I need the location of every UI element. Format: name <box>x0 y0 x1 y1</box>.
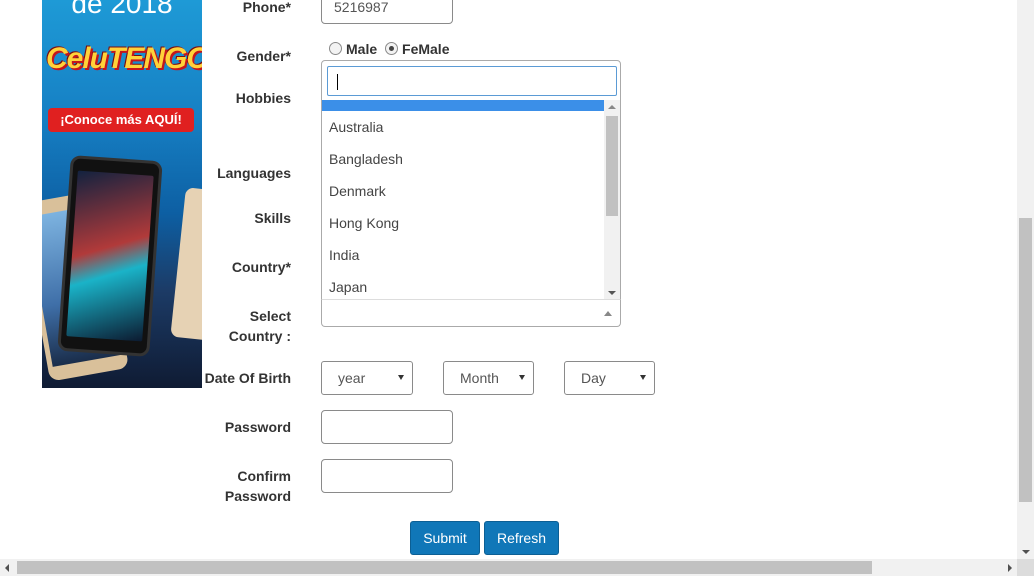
country-option[interactable]: Japan <box>322 271 604 300</box>
scrollbar-corner <box>1017 559 1034 576</box>
country-dropdown: Australia Bangladesh Denmark Hong Kong I… <box>321 60 621 300</box>
scroll-right-icon[interactable] <box>1008 564 1012 572</box>
phone-input[interactable]: 5216987 <box>321 0 453 24</box>
scroll-down-icon[interactable] <box>608 291 616 295</box>
year-select[interactable]: year <box>321 361 413 395</box>
submit-button[interactable]: Submit <box>410 521 480 555</box>
chevron-down-icon <box>398 375 404 380</box>
female-radio[interactable] <box>385 42 399 55</box>
languages-label: Languages <box>217 165 291 181</box>
dob-label: Date Of Birth <box>204 370 291 386</box>
ad-cta-button[interactable]: ¡Conoce más AQUÍ! <box>48 108 194 132</box>
country-option[interactable]: Hong Kong <box>322 207 604 239</box>
hobbies-label: Hobbies <box>235 90 291 106</box>
phone-value: 5216987 <box>334 0 389 15</box>
horizontal-scrollbar[interactable] <box>0 559 1017 576</box>
dropdown-scroll-thumb[interactable] <box>606 116 618 216</box>
advertisement-banner[interactable]: de 2018 CeluTENGO ¡Conoce más AQUÍ! <box>42 0 202 388</box>
select-country-label: Select Country : <box>228 308 291 344</box>
phone-label: Phone* <box>242 0 291 15</box>
ad-logo: CeluTENGO <box>46 42 202 75</box>
country-options-list: Australia Bangladesh Denmark Hong Kong I… <box>322 100 604 300</box>
text-cursor <box>337 74 338 90</box>
male-radio-label[interactable]: Male <box>346 41 377 57</box>
country-option[interactable]: Australia <box>322 111 604 143</box>
gender-radio-group: Male FeMale <box>329 41 449 57</box>
scroll-left-icon[interactable] <box>5 564 9 572</box>
day-select-value: Day <box>581 370 606 386</box>
country-search-input[interactable] <box>327 66 617 96</box>
select-country-combobox[interactable] <box>321 299 621 327</box>
ad-phone-image <box>170 187 202 343</box>
password-label: Password <box>224 419 291 435</box>
refresh-button[interactable]: Refresh <box>484 521 559 555</box>
male-radio[interactable] <box>329 42 342 55</box>
country-option[interactable]: Bangladesh <box>322 143 604 175</box>
confirm-password-input[interactable] <box>321 459 453 493</box>
month-select-value: Month <box>460 370 499 386</box>
vertical-scroll-thumb[interactable] <box>1019 218 1032 502</box>
country-option[interactable]: India <box>322 239 604 271</box>
dropdown-scrollbar[interactable] <box>604 100 620 300</box>
chevron-down-icon <box>519 375 525 380</box>
month-select[interactable]: Month <box>443 361 534 395</box>
chevron-down-icon <box>640 375 646 380</box>
confirm-password-label: Confirm Password <box>224 468 291 504</box>
highlighted-option[interactable] <box>322 100 604 111</box>
country-option[interactable]: Denmark <box>322 175 604 207</box>
country-label: Country* <box>231 259 291 275</box>
vertical-scrollbar[interactable] <box>1017 0 1034 559</box>
password-input[interactable] <box>321 410 453 444</box>
scroll-up-icon[interactable] <box>608 105 616 109</box>
skills-label: Skills <box>254 210 291 226</box>
ad-year-text: de 2018 <box>71 0 173 19</box>
year-select-value: year <box>338 370 366 386</box>
ad-phone-image <box>57 155 163 357</box>
female-radio-label[interactable]: FeMale <box>402 41 449 57</box>
day-select[interactable]: Day <box>564 361 655 395</box>
chevron-up-icon <box>604 311 612 316</box>
scroll-down-icon[interactable] <box>1022 550 1030 554</box>
gender-label: Gender* <box>236 48 291 64</box>
horizontal-scroll-thumb[interactable] <box>17 561 872 574</box>
